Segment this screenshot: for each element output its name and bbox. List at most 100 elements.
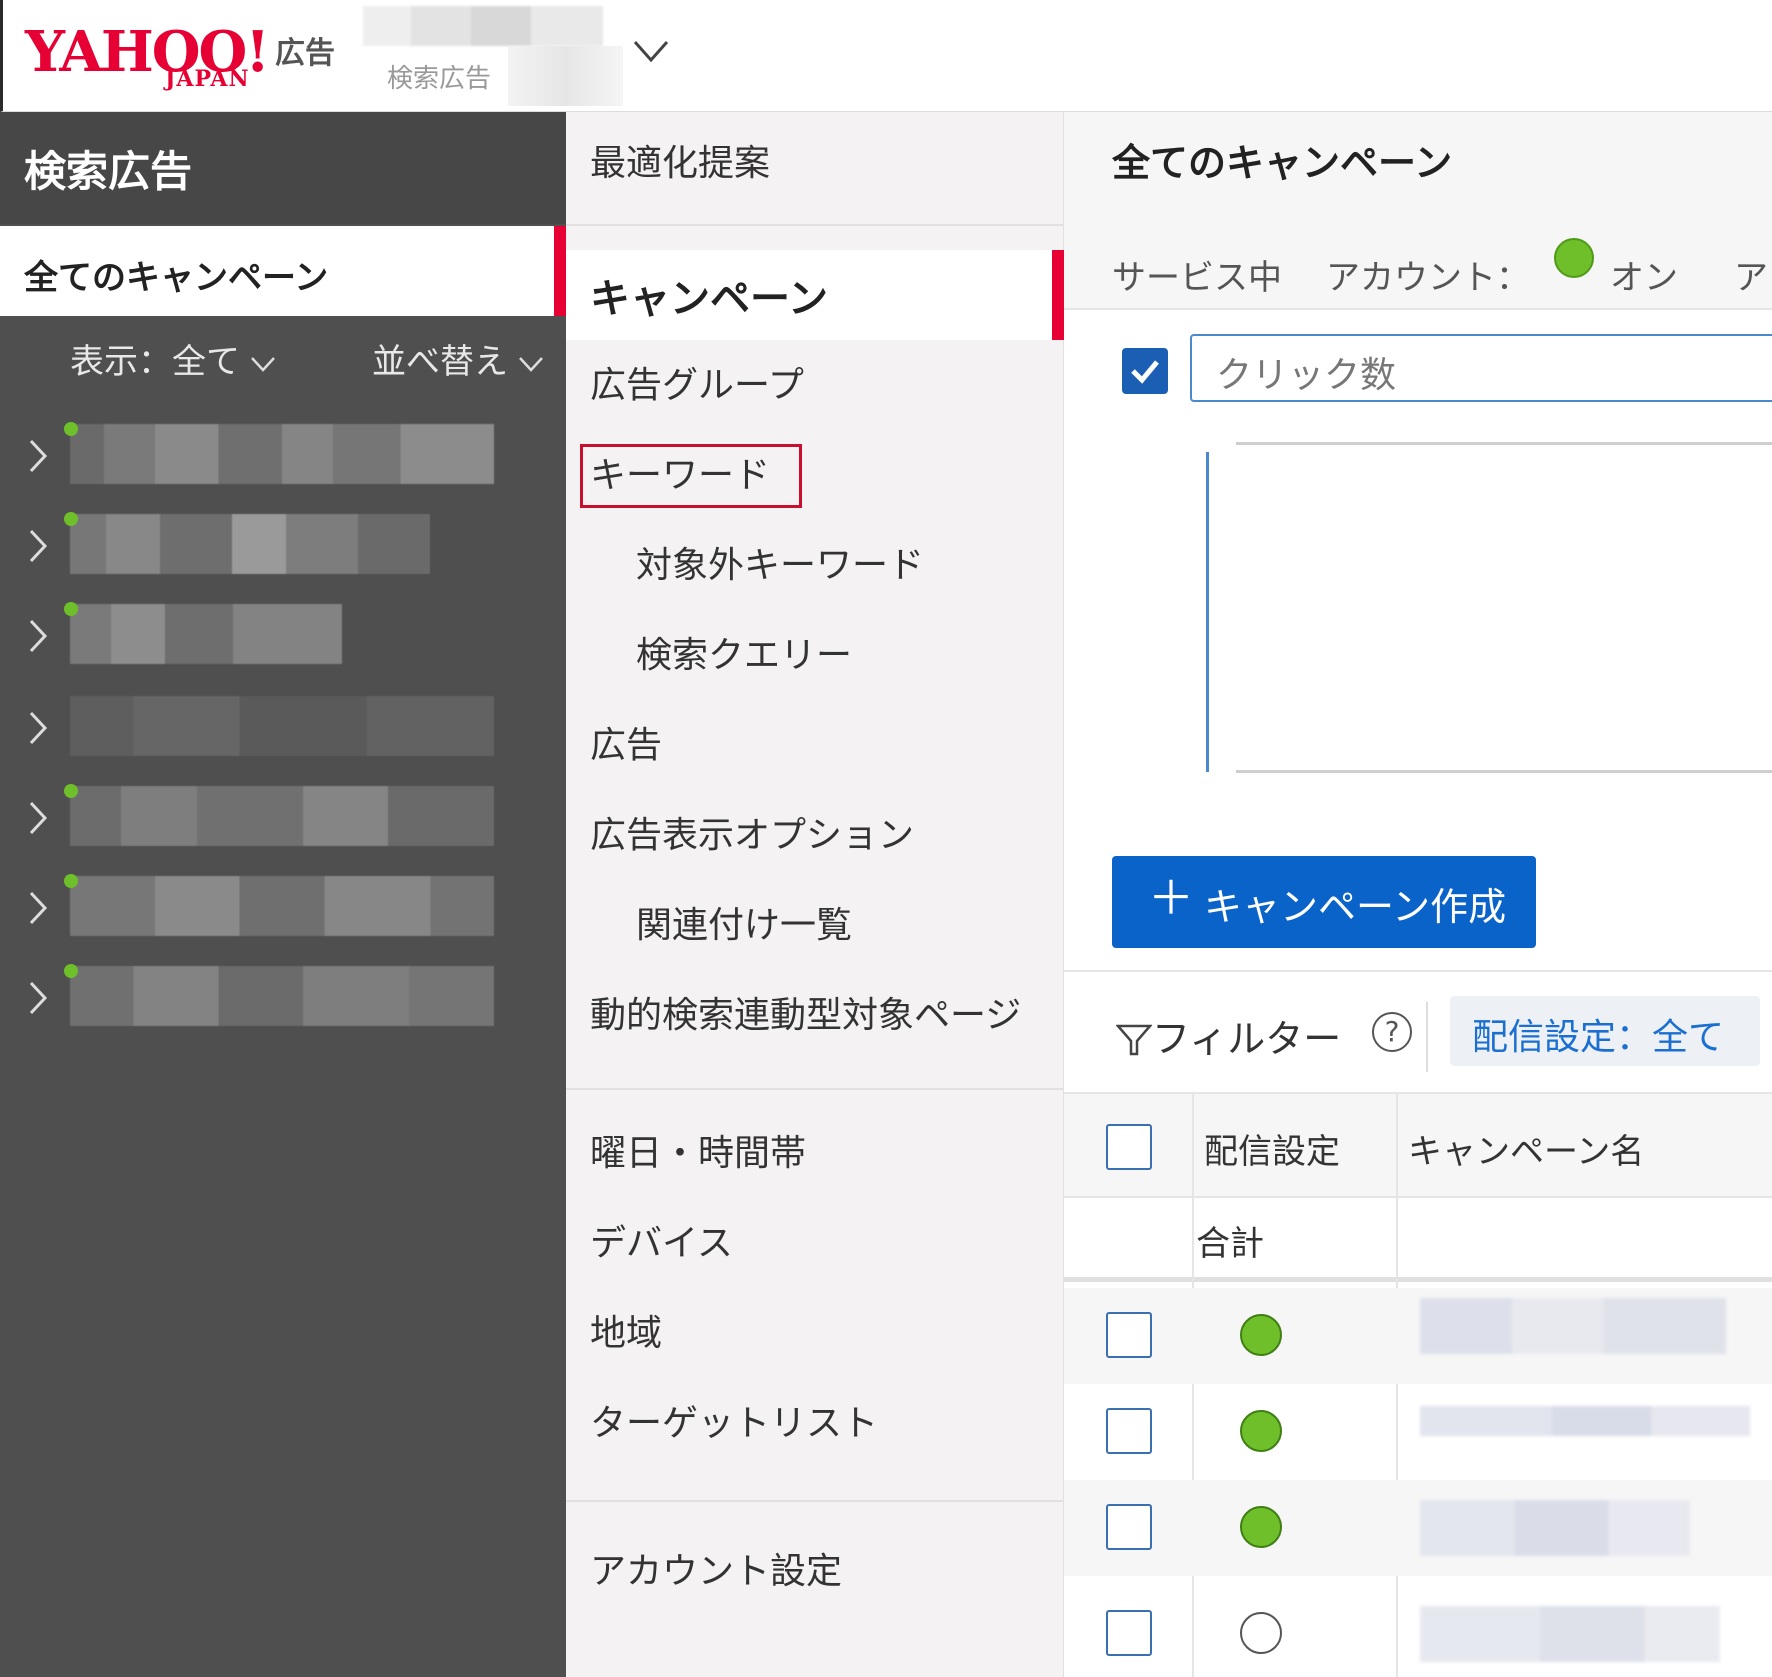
row-checkbox[interactable] [1106, 1312, 1152, 1358]
status-dot [64, 422, 78, 436]
column-header-delivery[interactable]: 配信設定 [1204, 1124, 1340, 1173]
account-status-value: オン [1610, 258, 1678, 298]
status-on-icon [1240, 1410, 1282, 1452]
campaign-name-redacted [70, 966, 494, 1026]
menu-item-keyword[interactable]: キーワード [566, 446, 1064, 498]
chevron-down-icon[interactable] [631, 36, 671, 66]
chart-gridline [1236, 770, 1772, 773]
campaign-name-redacted [1420, 1406, 1750, 1436]
campaign-name-redacted [70, 786, 494, 846]
menu-item-ad[interactable]: 広告 [566, 716, 1064, 768]
status-off-icon [1240, 1612, 1282, 1654]
service-status: サービス中 [1112, 258, 1282, 298]
campaign-list-item[interactable] [0, 510, 566, 580]
select-all-checkbox[interactable] [1106, 1124, 1152, 1170]
filter-separator [1426, 1002, 1428, 1072]
delivery-filter-label: 配信設定：全て [1472, 1017, 1725, 1058]
status-dot [64, 784, 78, 798]
sort-dropdown[interactable]: 並べ替え [372, 334, 544, 383]
status-dot [64, 964, 78, 978]
logo-ad-label: 広告 [275, 36, 335, 71]
campaign-list-item[interactable] [0, 872, 566, 942]
create-campaign-button[interactable]: ＋ キャンペーン作成 [1112, 856, 1536, 948]
sort-label: 並べ替え [372, 342, 508, 382]
campaign-list-item[interactable] [0, 600, 566, 670]
status-dot [64, 602, 78, 616]
chevron-right-icon[interactable] [28, 438, 48, 474]
table-row[interactable] [1064, 1576, 1772, 1677]
column-header-campaign-name[interactable]: キャンペーン名 [1408, 1124, 1644, 1173]
chevron-down-icon [251, 356, 275, 372]
filter-icon [1115, 1024, 1153, 1056]
filter-button[interactable]: フィルター [1115, 1008, 1342, 1063]
navigation-menu: 最適化提案 キャンペーン 広告グループ キーワード 対象外キーワード 検索クエリ… [566, 112, 1064, 1677]
chevron-right-icon[interactable] [28, 618, 48, 654]
campaign-name-redacted [1420, 1298, 1726, 1354]
menu-item-region[interactable]: 地域 [566, 1304, 1064, 1356]
menu-item-associations[interactable]: 関連付け一覧 [566, 896, 1064, 948]
row-checkbox[interactable] [1106, 1408, 1152, 1454]
table-row[interactable] [1064, 1480, 1772, 1576]
sidebar-item-label: 全てのキャンペーン [24, 258, 329, 298]
chevron-right-icon[interactable] [28, 710, 48, 746]
menu-item-campaign[interactable]: キャンペーン [566, 250, 1064, 340]
chevron-right-icon[interactable] [28, 890, 48, 926]
sidebar-title: 検索広告 [24, 147, 193, 196]
menu-divider [566, 1088, 1064, 1090]
account-status-label: アカウント： [1326, 258, 1530, 298]
chevron-right-icon[interactable] [28, 800, 48, 836]
main-header: 全てのキャンペーン [1064, 112, 1772, 224]
total-label: 合計 [1196, 1224, 1264, 1264]
filter-bar: フィルター ? 配信設定：全て [1064, 970, 1772, 1092]
menu-item-target-list[interactable]: ターゲットリスト [566, 1394, 1064, 1446]
campaign-name-redacted [70, 514, 430, 574]
plus-icon: ＋ [1148, 871, 1194, 925]
menu-item-schedule[interactable]: 曜日・時間帯 [566, 1124, 1064, 1176]
sidebar-item-all-campaigns[interactable]: 全てのキャンペーン [0, 226, 566, 316]
chevron-right-icon[interactable] [28, 528, 48, 564]
menu-item-optimization[interactable]: 最適化提案 [566, 134, 1064, 186]
campaign-name-redacted [1420, 1500, 1690, 1556]
filter-label: フィルター [1152, 1017, 1342, 1061]
menu-item-ad-group[interactable]: 広告グループ [566, 356, 1064, 408]
menu-item-account-settings[interactable]: アカウント設定 [566, 1542, 1064, 1594]
metric-select[interactable]: クリック数 [1190, 334, 1772, 402]
account-name-redacted [363, 6, 603, 46]
menu-item-negative-keyword[interactable]: 対象外キーワード [566, 536, 1064, 588]
table-row[interactable] [1064, 1288, 1772, 1384]
campaign-sidebar: 検索広告 全てのキャンペーン 表示：全て 並べ替え [0, 112, 566, 1677]
yahoo-ads-logo[interactable]: YAHOO! JAPAN 広告 [25, 22, 345, 98]
display-filter-dropdown[interactable]: 表示：全て [70, 334, 276, 383]
campaign-list-item[interactable] [0, 420, 566, 490]
campaign-list-item[interactable] [0, 692, 566, 762]
account-switcher[interactable]: 検索広告 [363, 6, 683, 106]
account-status-dot [1554, 238, 1594, 278]
page-title: 全てのキャンペーン [1112, 141, 1453, 185]
campaign-name-redacted [70, 604, 342, 664]
delivery-filter-chip[interactable]: 配信設定：全て [1450, 996, 1760, 1066]
campaign-list-item[interactable] [0, 782, 566, 852]
menu-item-ad-extensions[interactable]: 広告表示オプション [566, 806, 1064, 858]
display-filter-label: 表示：全て [70, 342, 240, 382]
sidebar-controls: 表示：全て 並べ替え [0, 334, 566, 394]
help-icon[interactable]: ? [1372, 1012, 1412, 1052]
chevron-down-icon [519, 356, 543, 372]
performance-chart [1206, 442, 1772, 773]
row-checkbox[interactable] [1106, 1610, 1152, 1656]
status-dot [64, 512, 78, 526]
metric-checkbox[interactable] [1122, 348, 1168, 394]
menu-item-device[interactable]: デバイス [566, 1214, 1064, 1266]
logo-japan: JAPAN [165, 66, 250, 92]
menu-item-dsa-target[interactable]: 動的検索連動型対象ページ [566, 986, 1064, 1038]
campaign-name-redacted [1420, 1606, 1720, 1662]
chevron-right-icon[interactable] [28, 980, 48, 1016]
status-dot [64, 874, 78, 888]
menu-divider [566, 224, 1064, 226]
account-id-redacted [508, 46, 623, 106]
campaign-list-item[interactable] [0, 962, 566, 1032]
table-row[interactable] [1064, 1384, 1772, 1480]
account-truncated-text: ア [1734, 258, 1768, 298]
row-checkbox[interactable] [1106, 1504, 1152, 1550]
chart-gridline [1236, 442, 1772, 445]
menu-item-search-query[interactable]: 検索クエリー [566, 626, 1064, 678]
